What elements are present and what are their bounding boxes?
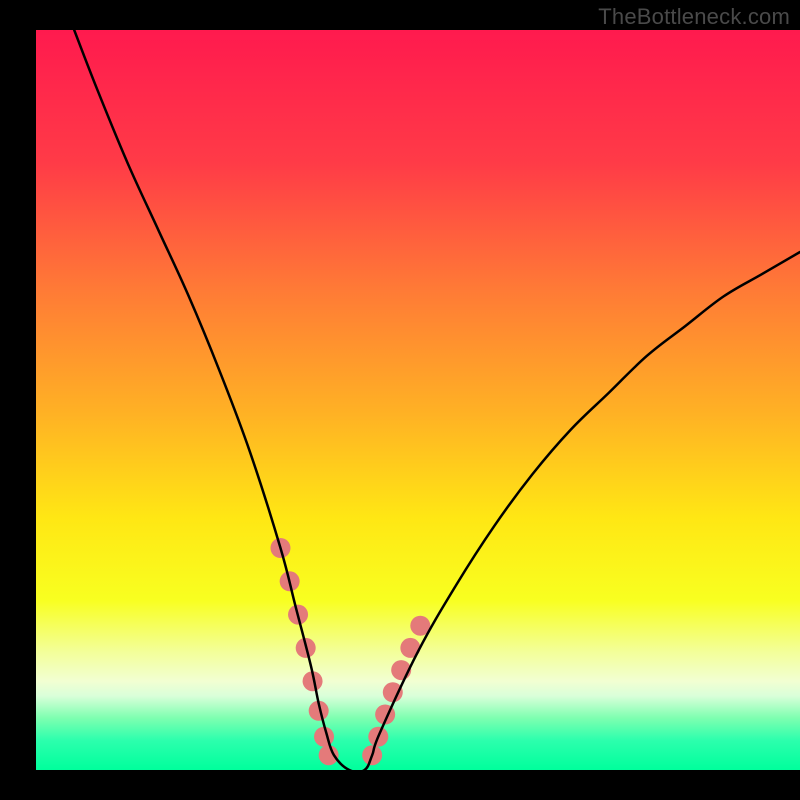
bottleneck-chart (0, 0, 800, 800)
curve-dot (319, 745, 339, 765)
gradient-background (36, 30, 800, 770)
curve-dot (383, 682, 403, 702)
curve-dot (314, 727, 334, 747)
watermark-text: TheBottleneck.com (598, 4, 790, 30)
chart-frame: TheBottleneck.com (0, 0, 800, 800)
